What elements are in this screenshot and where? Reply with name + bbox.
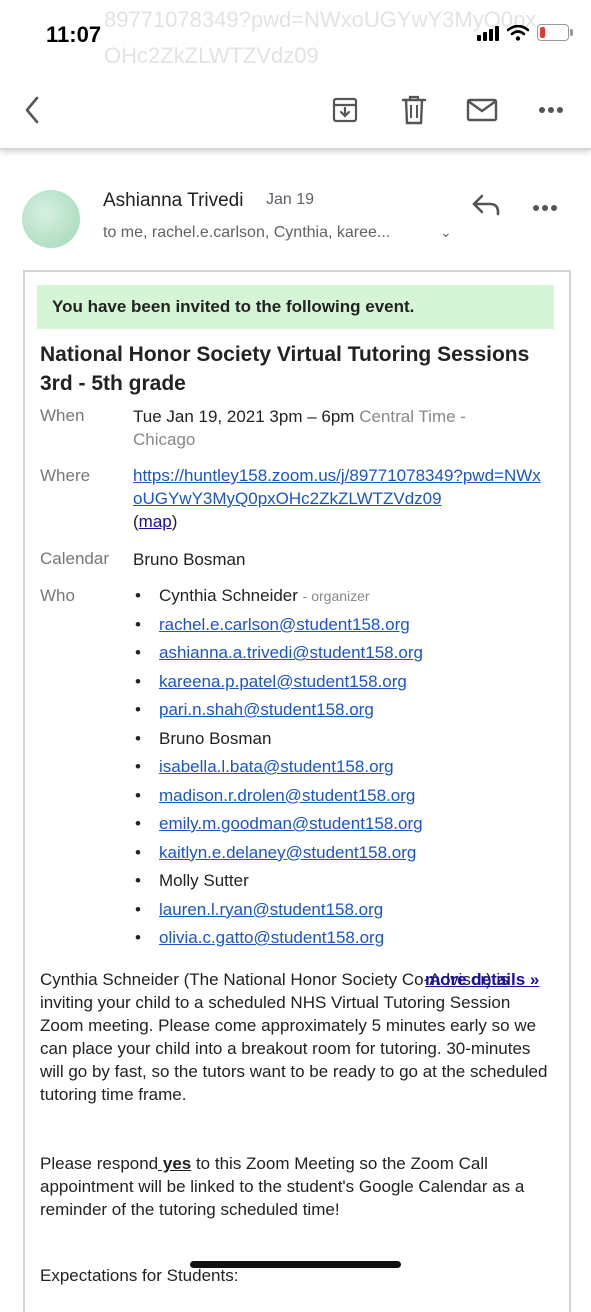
- reply-icon: [472, 194, 500, 216]
- invitation-banner: You have been invited to the following e…: [37, 285, 554, 329]
- guest-item: lauren.l.ryan@student158.org: [133, 898, 553, 927]
- when-value: Tue Jan 19, 2021 3pm – 6pm Central Time …: [133, 407, 466, 449]
- home-indicator[interactable]: [190, 1261, 401, 1268]
- guest-name: Bruno Bosman: [159, 728, 272, 748]
- invitation-card: You have been invited to the following e…: [23, 270, 571, 1312]
- guest-item: pari.n.shah@student158.org: [133, 698, 553, 727]
- guest-item: madison.r.drolen@student158.org: [133, 784, 553, 813]
- expectations-heading: Expectations for Students:: [40, 1266, 239, 1285]
- guest-item: emily.m.goodman@student158.org: [133, 812, 553, 841]
- guest-email-link[interactable]: kareena.p.patel@student158.org: [159, 672, 407, 691]
- archive-button[interactable]: [327, 92, 363, 128]
- recipients-summary[interactable]: to me, rachel.e.carlson, Cynthia, karee.…: [103, 224, 390, 242]
- mail-icon: [466, 98, 498, 122]
- guest-item: Cynthia Schneider - organizer: [133, 584, 553, 613]
- guest-item: ashianna.a.trivedi@student158.org: [133, 641, 553, 670]
- avatar[interactable]: [22, 190, 80, 248]
- guest-email-link[interactable]: isabella.l.bata@student158.org: [159, 757, 394, 776]
- guest-item: rachel.e.carlson@student158.org: [133, 613, 553, 642]
- reply-button[interactable]: [470, 192, 506, 224]
- guest-item: isabella.l.bata@student158.org: [133, 755, 553, 784]
- chevron-left-icon: [25, 96, 39, 124]
- message-header: Ashianna Trivedi Jan 19 to me, rachel.e.…: [0, 178, 591, 258]
- guest-email-link[interactable]: emily.m.goodman@student158.org: [159, 814, 423, 833]
- status-bar: 89771078349?pwd=NWxoUGYwY3MyQ0pxOHc2ZkZL…: [0, 0, 591, 70]
- status-time: 11:07: [46, 22, 102, 47]
- where-value: https://huntley158.zoom.us/j/89771078349…: [133, 466, 541, 531]
- guest-item: kareena.p.patel@student158.org: [133, 670, 553, 699]
- battery-icon: [537, 24, 573, 41]
- message-toolbar: [0, 70, 591, 150]
- guest-item: Bruno Bosman: [133, 727, 553, 756]
- guest-name: Cynthia Schneider: [159, 586, 298, 605]
- guest-email-link[interactable]: lauren.l.ryan@student158.org: [159, 900, 383, 919]
- guest-email-link[interactable]: olivia.c.gatto@student158.org: [159, 928, 384, 947]
- system-icons: [477, 24, 573, 41]
- trash-icon: [401, 95, 427, 125]
- more-horizontal-icon: [533, 205, 557, 211]
- more-horizontal-icon: [539, 107, 563, 113]
- chevron-down-icon[interactable]: ⌄: [440, 224, 452, 241]
- when-label: When: [40, 406, 85, 425]
- more-options-button[interactable]: [533, 92, 569, 128]
- zoom-meeting-link[interactable]: https://huntley158.zoom.us/j/89771078349…: [133, 466, 541, 508]
- archive-icon: [332, 97, 358, 123]
- respond-yes-link[interactable]: yes: [158, 1154, 191, 1173]
- calendar-label: Calendar: [40, 549, 109, 568]
- message-date: Jan 19: [266, 191, 315, 208]
- mark-unread-button[interactable]: [464, 92, 500, 128]
- guest-email-link[interactable]: pari.n.shah@student158.org: [159, 700, 374, 719]
- guest-item: Molly Sutter: [133, 869, 553, 898]
- guest-list: Cynthia Schneider - organizer rachel.e.ca…: [133, 584, 553, 955]
- guest-email-link[interactable]: rachel.e.carlson@student158.org: [159, 615, 410, 634]
- map-link[interactable]: map: [139, 512, 172, 531]
- respond-paragraph: Please respond yes to this Zoom Meeting …: [40, 1154, 525, 1219]
- guest-email-link[interactable]: madison.r.drolen@student158.org: [159, 786, 415, 805]
- organizer-tag: - organizer: [302, 588, 370, 604]
- sender-name[interactable]: Ashianna Trivedi: [103, 190, 243, 212]
- more-details-link[interactable]: more details »: [425, 970, 539, 990]
- message-more-button[interactable]: [532, 192, 568, 224]
- guest-item: kaitlyn.e.delaney@student158.org: [133, 841, 553, 870]
- calendar-value: Bruno Bosman: [133, 550, 246, 569]
- guest-email-link[interactable]: kaitlyn.e.delaney@student158.org: [159, 843, 416, 862]
- delete-button[interactable]: [396, 92, 432, 128]
- wifi-icon: [507, 24, 529, 41]
- guest-name: Molly Sutter: [159, 871, 249, 890]
- guest-email-link[interactable]: ashianna.a.trivedi@student158.org: [159, 643, 423, 662]
- event-title: National Honor Society Virtual Tutoring …: [40, 343, 530, 395]
- back-button[interactable]: [14, 92, 50, 128]
- cellular-signal-icon: [477, 25, 499, 41]
- guest-item: olivia.c.gatto@student158.org: [133, 926, 553, 955]
- where-label: Where: [40, 466, 91, 485]
- who-label: Who: [40, 586, 75, 605]
